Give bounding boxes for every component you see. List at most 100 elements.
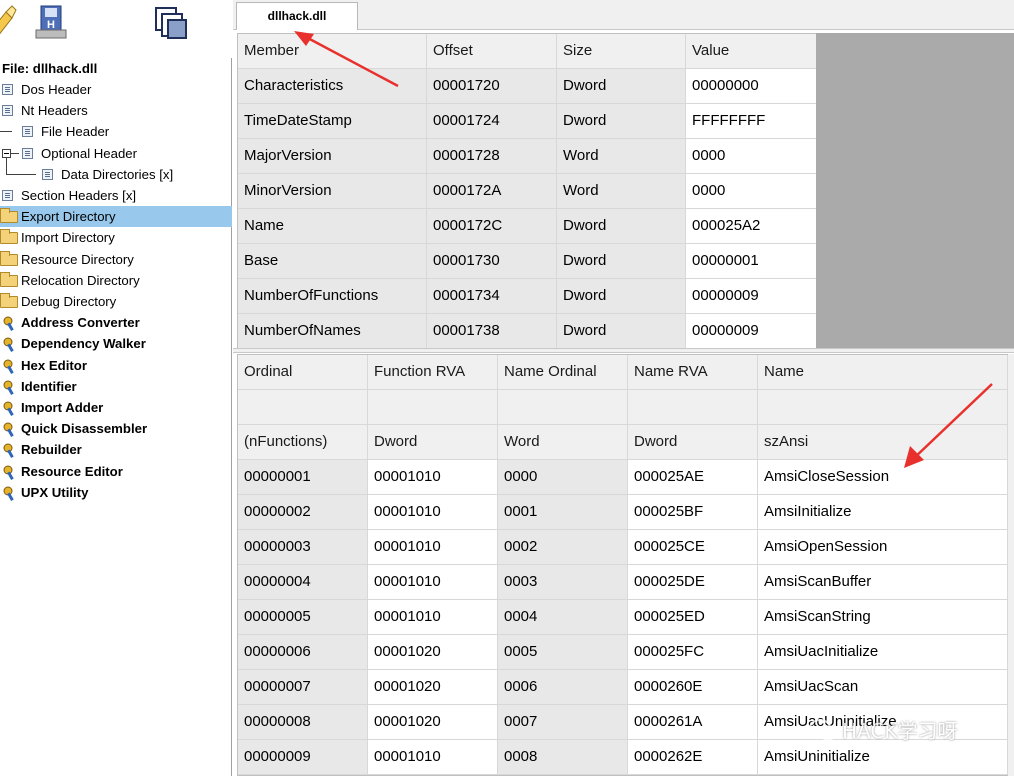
table-cell[interactable]: 00001010 [368,565,498,600]
column-header[interactable]: Offset [427,34,557,69]
document-icon [42,169,53,180]
table-cell[interactable]: 000025DE [628,565,758,600]
open-icon[interactable] [0,2,26,42]
tree-item-nt-headers[interactable]: Nt Headers [0,100,232,121]
blank-header-cell [498,390,628,425]
type-header: Dword [628,425,758,460]
table-cell: TimeDateStamp [238,104,427,139]
watermark: HACK学习呀 [808,711,998,751]
blank-header-cell [758,390,1008,425]
table-cell[interactable]: 00001020 [368,705,498,740]
column-header[interactable]: Name RVA [628,355,758,390]
tree-connector [6,158,7,174]
value-cell[interactable]: 00000009 [686,314,817,349]
value-cell[interactable]: FFFFFFFF [686,104,817,139]
tree-item-dos-header[interactable]: Dos Header [0,79,232,100]
watermark-text: HACK学习呀 [842,719,958,743]
table-cell: Dword [557,244,686,279]
tree-item-file-header[interactable]: File Header [0,121,232,142]
type-header: szAnsi [758,425,1008,460]
tool-icon [3,465,14,480]
value-cell[interactable]: 000025A2 [686,209,817,244]
tree-item-relocation-directory[interactable]: Relocation Directory [0,270,232,291]
column-header[interactable]: Name [758,355,1008,390]
blank-header-cell [238,390,368,425]
tree-item-export-directory[interactable]: Export Directory [0,206,232,228]
value-cell[interactable]: 0000 [686,139,817,174]
value-cell[interactable]: 0000 [686,174,817,209]
table-cell: 00000004 [238,565,368,600]
value-cell[interactable]: 00000000 [686,69,817,104]
tool-identifier[interactable]: Identifier [0,376,232,397]
table-cell[interactable]: AmsiUacInitialize [758,635,1008,670]
folder-icon [0,272,18,287]
tree-connector [0,131,12,132]
table-cell[interactable]: 0000262E [628,740,758,775]
table-cell[interactable]: AmsiUacScan [758,670,1008,705]
tool-resource-editor[interactable]: Resource Editor [0,461,232,482]
table-cell: Dword [557,104,686,139]
tab-bar: dllhack.dll [233,0,1014,30]
tree-item-data-directories[interactable]: Data Directories [x] [0,158,232,185]
column-header[interactable]: Value [686,34,817,69]
column-header[interactable]: Function RVA [368,355,498,390]
tool-upx-utility[interactable]: UPX Utility [0,482,232,503]
tab-dllhack[interactable]: dllhack.dll [236,2,358,30]
table-cell[interactable]: 000025ED [628,600,758,635]
table-cell[interactable]: AmsiScanBuffer [758,565,1008,600]
column-header[interactable]: Member [238,34,427,69]
table-cell: Word [557,174,686,209]
column-header[interactable]: Size [557,34,686,69]
tree-item-section-headers[interactable]: Section Headers [x] [0,185,232,206]
table-cell[interactable]: 00001020 [368,635,498,670]
table-cell[interactable]: AmsiOpenSession [758,530,1008,565]
table-cell: 00001738 [427,314,557,349]
table-cell: 0005 [498,635,628,670]
tool-dependency-walker[interactable]: Dependency Walker [0,333,232,354]
tool-quick-disassembler[interactable]: Quick Disassembler [0,418,232,439]
table-cell[interactable]: 000025AE [628,460,758,495]
collapse-icon[interactable] [2,149,11,158]
tool-rebuilder[interactable]: Rebuilder [0,439,232,460]
table-cell[interactable]: 00001010 [368,740,498,775]
folder-icon [0,229,18,244]
document-icon [22,126,33,137]
wechat-icon [809,719,837,741]
table-cell: 0000 [498,460,628,495]
table-cell[interactable]: 0000261A [628,705,758,740]
tool-address-converter[interactable]: Address Converter [0,312,232,333]
tree-item-import-directory[interactable]: Import Directory [0,227,232,248]
table-cell: 00001730 [427,244,557,279]
table-cell: NumberOfFunctions [238,279,427,314]
table-cell[interactable]: 00001010 [368,600,498,635]
tree-item-optional-header[interactable]: Optional Header [0,143,232,164]
table-cell[interactable]: 0000260E [628,670,758,705]
save-icon[interactable]: H [31,2,71,42]
table-cell[interactable]: 00001010 [368,530,498,565]
table-cell: 00001728 [427,139,557,174]
tool-import-adder[interactable]: Import Adder [0,397,232,418]
column-header[interactable]: Ordinal [238,355,368,390]
svg-text:H: H [47,19,55,31]
table-cell[interactable]: 00001020 [368,670,498,705]
table-cell[interactable]: 000025FC [628,635,758,670]
tool-icon [3,337,14,352]
value-cell[interactable]: 00000009 [686,279,817,314]
pane-splitter[interactable] [233,348,1014,353]
table-cell[interactable]: 000025BF [628,495,758,530]
table-cell[interactable]: AmsiInitialize [758,495,1008,530]
table-cell[interactable]: 00001010 [368,460,498,495]
table-cell[interactable]: AmsiScanString [758,600,1008,635]
tree-file-root[interactable]: File: dllhack.dll [0,58,232,79]
windows-icon[interactable] [152,2,192,42]
value-cell[interactable]: 00000001 [686,244,817,279]
document-icon [2,105,13,116]
table-cell[interactable]: 00001010 [368,495,498,530]
column-header[interactable]: Name Ordinal [498,355,628,390]
table-cell[interactable]: 000025CE [628,530,758,565]
tool-hex-editor[interactable]: Hex Editor [0,355,232,376]
tree-item-debug-directory[interactable]: Debug Directory [0,291,232,312]
table-cell[interactable]: AmsiCloseSession [758,460,1008,495]
table-cell: MinorVersion [238,174,427,209]
tree-item-resource-directory[interactable]: Resource Directory [0,249,232,270]
